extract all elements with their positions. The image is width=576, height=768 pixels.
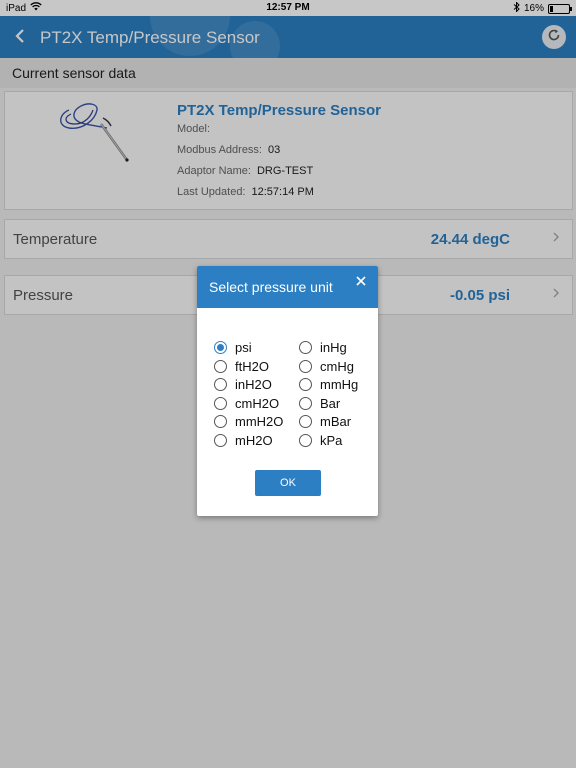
unit-label: ftH2O <box>235 358 269 374</box>
radio-button[interactable] <box>214 434 227 447</box>
unit-option-kpa[interactable]: kPa <box>299 433 342 448</box>
unit-label: psi <box>235 340 252 355</box>
unit-option-inh2o[interactable]: inH2O <box>214 377 272 392</box>
unit-option-mmh2o[interactable]: mmH2O <box>214 414 283 429</box>
radio-button[interactable] <box>214 341 227 354</box>
unit-label: inH2O <box>235 377 272 393</box>
unit-label: cmHg <box>320 358 354 374</box>
radio-button[interactable] <box>214 378 227 392</box>
radio-button[interactable] <box>299 396 312 410</box>
unit-label: cmH2O <box>235 395 280 411</box>
unit-label: mmHg <box>320 377 359 393</box>
dialog-title: Select pressure unit <box>209 279 333 295</box>
radio-button[interactable] <box>214 359 227 373</box>
unit-option-mmhg[interactable]: mmHg <box>299 377 358 392</box>
radio-button[interactable] <box>214 396 227 410</box>
radio-button[interactable] <box>299 434 312 447</box>
unit-label: mH2O <box>235 433 273 448</box>
unit-option-cmhg[interactable]: cmHg <box>299 359 354 374</box>
radio-button[interactable] <box>299 415 312 429</box>
dialog-header: Select pressure unit <box>197 266 378 308</box>
unit-option-bar[interactable]: Bar <box>299 396 340 411</box>
unit-label: kPa <box>320 433 343 448</box>
close-icon[interactable] <box>352 274 370 292</box>
unit-option-psi[interactable]: psi <box>214 340 252 355</box>
unit-label: inHg <box>320 340 347 355</box>
radio-button[interactable] <box>214 415 227 429</box>
unit-option-inhg[interactable]: inHg <box>299 340 347 355</box>
unit-label: mBar <box>320 414 352 430</box>
radio-button[interactable] <box>299 359 312 373</box>
pressure-unit-dialog: Select pressure unit psi ftH2O inH2O cmH2O m… <box>197 266 378 516</box>
unit-option-mh2o[interactable]: mH2O <box>214 433 273 448</box>
unit-option-cmh2o[interactable]: cmH2O <box>214 396 279 411</box>
radio-button[interactable] <box>299 341 312 354</box>
ok-button[interactable]: OK <box>255 470 321 496</box>
unit-option-mbar[interactable]: mBar <box>299 414 351 429</box>
unit-label: Bar <box>320 395 341 411</box>
radio-button[interactable] <box>299 378 312 392</box>
unit-label: mmH2O <box>235 414 284 430</box>
unit-option-fth2o[interactable]: ftH2O <box>214 359 269 374</box>
